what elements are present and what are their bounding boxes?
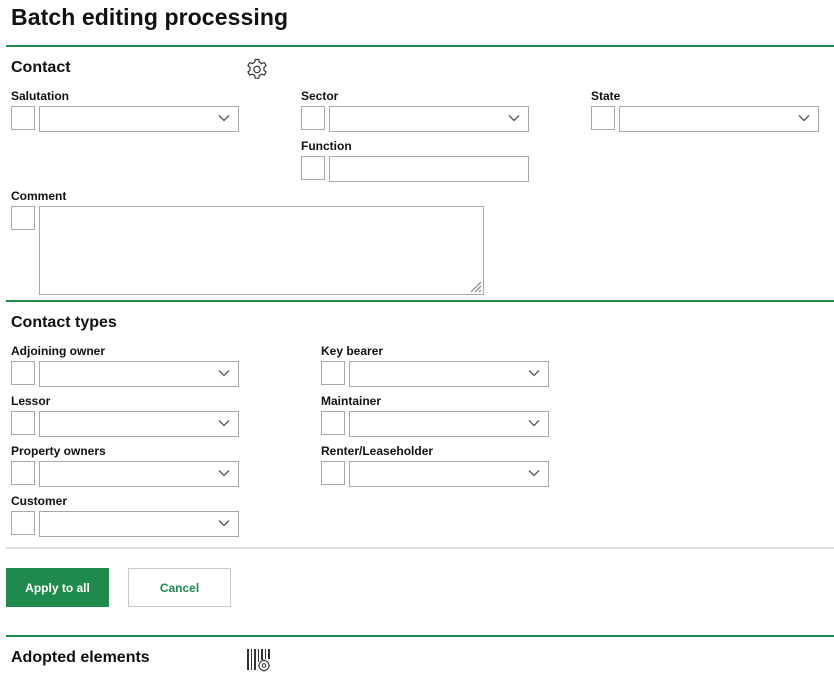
adjoining-owner-label: Adjoining owner	[11, 344, 105, 358]
key-bearer-checkbox[interactable]	[321, 361, 345, 385]
chevron-down-icon	[218, 520, 230, 527]
customer-checkbox[interactable]	[11, 511, 35, 535]
salutation-label: Salutation	[11, 89, 70, 103]
property-owners-label: Property owners	[11, 444, 106, 458]
chevron-down-icon	[218, 370, 230, 377]
state-checkbox[interactable]	[591, 106, 615, 130]
maintainer-select[interactable]	[349, 411, 549, 437]
actions-divider	[6, 547, 834, 549]
maintainer-checkbox[interactable]	[321, 411, 345, 435]
function-checkbox[interactable]	[301, 156, 325, 180]
salutation-checkbox[interactable]	[11, 106, 35, 130]
key-bearer-select[interactable]	[349, 361, 549, 387]
chevron-down-icon	[218, 470, 230, 477]
chevron-down-icon	[508, 115, 520, 122]
property-owners-select[interactable]	[39, 461, 239, 487]
renter-leaseholder-checkbox[interactable]	[321, 461, 345, 485]
contact-section-title: Contact	[11, 59, 71, 76]
adopted-elements-section-title: Adopted elements	[11, 649, 150, 666]
sector-checkbox[interactable]	[301, 106, 325, 130]
adjoining-owner-checkbox[interactable]	[11, 361, 35, 385]
customer-label: Customer	[11, 494, 68, 508]
chevron-down-icon	[218, 115, 230, 122]
cancel-button[interactable]: Cancel	[128, 568, 231, 607]
sector-select[interactable]	[329, 106, 529, 132]
chevron-down-icon	[528, 420, 540, 427]
state-label: State	[591, 89, 621, 103]
section-divider	[6, 300, 834, 302]
renter-leaseholder-label: Renter/Leaseholder	[321, 444, 434, 458]
key-bearer-label: Key bearer	[321, 344, 384, 358]
comment-textarea[interactable]	[39, 206, 484, 295]
apply-to-all-button[interactable]: Apply to all	[6, 568, 109, 607]
lessor-select[interactable]	[39, 411, 239, 437]
lessor-label: Lessor	[11, 394, 51, 408]
salutation-select[interactable]	[39, 106, 239, 132]
lessor-checkbox[interactable]	[11, 411, 35, 435]
section-divider	[6, 45, 834, 47]
chevron-down-icon	[528, 370, 540, 377]
customer-select[interactable]	[39, 511, 239, 537]
adjoining-owner-select[interactable]	[39, 361, 239, 387]
gear-icon[interactable]	[244, 57, 270, 83]
renter-leaseholder-select[interactable]	[349, 461, 549, 487]
maintainer-label: Maintainer	[321, 394, 382, 408]
chevron-down-icon	[798, 115, 810, 122]
property-owners-checkbox[interactable]	[11, 461, 35, 485]
state-select[interactable]	[619, 106, 819, 132]
contact-types-section-title: Contact types	[11, 314, 117, 331]
function-input[interactable]	[329, 156, 529, 182]
comment-label: Comment	[11, 189, 67, 203]
chevron-down-icon	[218, 420, 230, 427]
page-title: Batch editing processing	[11, 4, 289, 30]
section-divider	[6, 635, 834, 637]
sector-label: Sector	[301, 89, 339, 103]
chevron-down-icon	[528, 470, 540, 477]
comment-checkbox[interactable]	[11, 206, 35, 230]
function-label: Function	[301, 139, 352, 153]
barcode-gear-icon[interactable]	[246, 647, 272, 673]
resize-grip-icon[interactable]	[469, 280, 482, 293]
